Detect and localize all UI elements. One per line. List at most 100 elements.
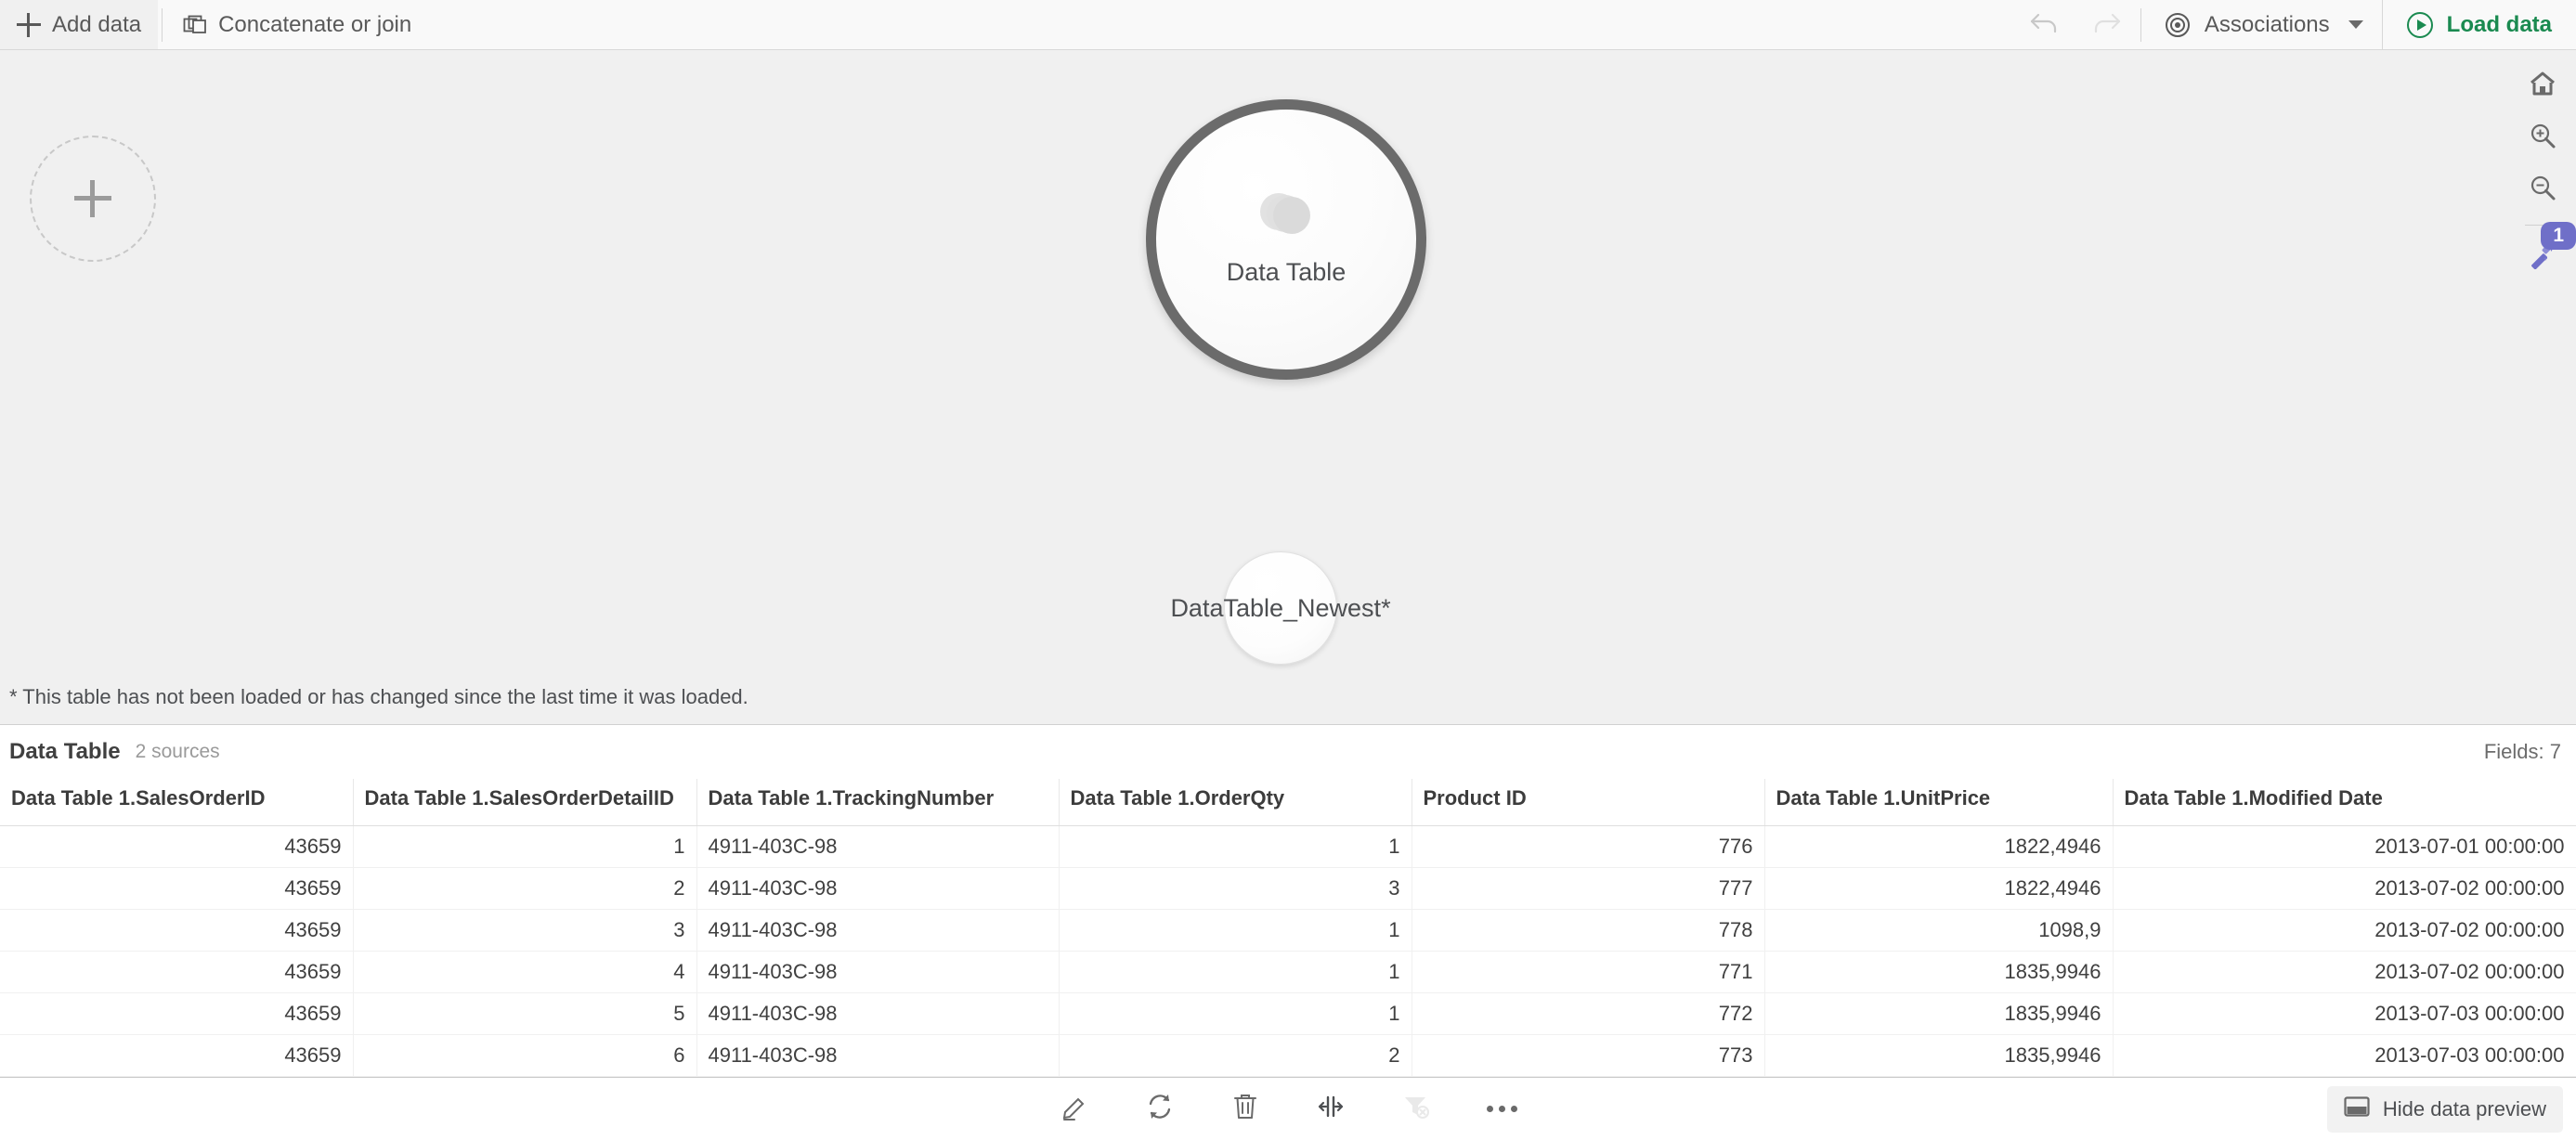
- auto-recommend-button[interactable]: 1: [2518, 222, 2576, 281]
- cell-modified-date: 2013-07-01 00:00:00: [2113, 825, 2576, 868]
- cell-order-qty: 1: [1059, 825, 1412, 868]
- cell-sales-order-id: 43659: [0, 1034, 354, 1077]
- panel-icon: [2344, 1095, 2370, 1123]
- column-header-modified-date[interactable]: Data Table 1.Modified Date: [2113, 779, 2576, 826]
- load-data-button[interactable]: Load data: [2381, 0, 2576, 49]
- undo-button[interactable]: [2014, 9, 2075, 40]
- cell-product-id: 771: [1412, 951, 1765, 993]
- concatenate-or-join-button[interactable]: Concatenate or join: [166, 0, 428, 49]
- column-header-order-qty[interactable]: Data Table 1.OrderQty: [1059, 779, 1412, 826]
- cell-modified-date: 2013-07-02 00:00:00: [2113, 951, 2576, 993]
- zoom-in-button[interactable]: [2518, 113, 2567, 162]
- cell-modified-date: 2013-07-03 00:00:00: [2113, 992, 2576, 1035]
- add-data-label: Add data: [52, 11, 142, 37]
- cell-product-id: 778: [1412, 909, 1765, 952]
- cell-sales-order-detail-id: 3: [353, 909, 697, 952]
- redo-icon: [2090, 9, 2122, 40]
- hide-data-preview-button[interactable]: Hide data preview: [2326, 1085, 2563, 1133]
- play-circle-icon: [2405, 10, 2435, 40]
- table-bubble-label: DataTable_Newest*: [1170, 593, 1391, 622]
- tables-canvas[interactable]: Data Table DataTable_Newest* * This tabl…: [0, 50, 2576, 725]
- cell-order-qty: 1: [1059, 909, 1412, 952]
- table-row[interactable]: 43659 3 4911-403C-98 1 778 1098,9 2013-0…: [0, 909, 2576, 952]
- refresh-table-button[interactable]: [1135, 1084, 1185, 1134]
- cell-tracking-number: 4911-403C-98: [696, 1034, 1060, 1077]
- load-data-label: Load data: [2446, 11, 2552, 37]
- preview-sources-count: 2 sources: [135, 741, 220, 762]
- more-options-button[interactable]: [1477, 1084, 1527, 1134]
- cell-sales-order-id: 43659: [0, 867, 354, 910]
- column-header-product-id[interactable]: Product ID: [1412, 779, 1765, 826]
- cell-sales-order-detail-id: 4: [353, 951, 697, 993]
- preview-fields-count: Fields: 7: [2483, 740, 2561, 763]
- plus-icon: [17, 12, 41, 37]
- chevron-down-icon[interactable]: [2348, 20, 2363, 29]
- trash-icon: [1230, 1092, 1260, 1126]
- column-header-unit-price[interactable]: Data Table 1.UnitPrice: [1764, 779, 2114, 826]
- cell-unit-price: 1822,4946: [1764, 867, 2114, 910]
- cell-sales-order-id: 43659: [0, 951, 354, 993]
- cell-sales-order-detail-id: 6: [353, 1034, 697, 1077]
- table-row[interactable]: 43659 1 4911-403C-98 1 776 1822,4946 201…: [0, 825, 2576, 868]
- cell-modified-date: 2013-07-03 00:00:00: [2113, 1034, 2576, 1077]
- cell-sales-order-id: 43659: [0, 909, 354, 952]
- home-icon: [2529, 70, 2556, 102]
- cell-tracking-number: 4911-403C-98: [696, 992, 1060, 1035]
- table-row[interactable]: 43659 6 4911-403C-98 2 773 1835,9946 201…: [0, 1034, 2576, 1077]
- cell-unit-price: 1822,4946: [1764, 825, 2114, 868]
- table-body: 43659 1 4911-403C-98 1 776 1822,4946 201…: [0, 825, 2576, 1077]
- add-table-placeholder[interactable]: [30, 136, 156, 262]
- concatenate-or-join-label: Concatenate or join: [218, 11, 412, 37]
- add-data-button[interactable]: Add data: [0, 0, 159, 49]
- concatenate-icon: [183, 13, 207, 37]
- column-header-sales-order-id[interactable]: Data Table 1.SalesOrderID: [0, 779, 354, 826]
- zoom-in-icon: [2529, 122, 2556, 154]
- eye-icon: [2164, 11, 2192, 39]
- home-button[interactable]: [2518, 61, 2567, 110]
- cell-sales-order-detail-id: 2: [353, 867, 697, 910]
- cell-unit-price: 1835,9946: [1764, 992, 2114, 1035]
- table-row[interactable]: 43659 2 4911-403C-98 3 777 1822,4946 201…: [0, 867, 2576, 910]
- cell-order-qty: 2: [1059, 1034, 1412, 1077]
- bottom-toolbar-actions: [1049, 1084, 1527, 1134]
- preview-header: Data Table 2 sources Fields: 7: [0, 725, 2576, 779]
- undo-icon: [2029, 9, 2061, 40]
- canvas-footnote: * This table has not been loaded or has …: [9, 685, 748, 708]
- preview-grid[interactable]: Data Table 1.SalesOrderID Data Table 1.S…: [0, 779, 2576, 1077]
- associations-button[interactable]: Associations: [2145, 0, 2382, 49]
- redo-button[interactable]: [2075, 9, 2137, 40]
- table-row[interactable]: 43659 5 4911-403C-98 1 772 1835,9946 201…: [0, 992, 2576, 1035]
- zoom-out-button[interactable]: [2518, 165, 2567, 214]
- table-bubble-data-table[interactable]: Data Table: [1146, 99, 1426, 380]
- cell-unit-price: 1835,9946: [1764, 951, 2114, 993]
- associations-label: Associations: [2204, 11, 2330, 37]
- split-columns-icon: [1316, 1092, 1346, 1126]
- table-bubble-label: Data Table: [1226, 257, 1347, 286]
- column-header-tracking-number[interactable]: Data Table 1.TrackingNumber: [696, 779, 1060, 826]
- table-row[interactable]: 43659 4 4911-403C-98 1 771 1835,9946 201…: [0, 951, 2576, 993]
- cell-order-qty: 1: [1059, 992, 1412, 1035]
- cell-order-qty: 3: [1059, 867, 1412, 910]
- recommendation-badge: 1: [2541, 222, 2576, 251]
- cell-product-id: 772: [1412, 992, 1765, 1035]
- data-preview-panel: Data Table 2 sources Fields: 7 Data Tabl…: [0, 725, 2576, 1077]
- delete-table-button[interactable]: [1220, 1084, 1270, 1134]
- resize-columns-button[interactable]: [1306, 1084, 1356, 1134]
- toolbar-right-group: Associations Load data: [2014, 0, 2576, 49]
- more-options-icon: [1486, 1106, 1517, 1112]
- toolbar-divider-right: [2140, 7, 2141, 42]
- canvas-nav-toolbar: 1: [2509, 50, 2576, 281]
- clear-filter-button[interactable]: [1391, 1084, 1441, 1134]
- cell-product-id: 776: [1412, 825, 1765, 868]
- plus-icon: [74, 180, 111, 217]
- toolbar-left-group: Add data Concatenate or join: [0, 0, 428, 49]
- table-bubble-datatable-newest[interactable]: DataTable_Newest*: [1170, 551, 1391, 665]
- table-header-row: Data Table 1.SalesOrderID Data Table 1.S…: [0, 779, 2576, 826]
- top-toolbar: Add data Concatenate or join Association…: [0, 0, 2576, 50]
- refresh-icon: [1145, 1092, 1175, 1126]
- column-header-sales-order-detail-id[interactable]: Data Table 1.SalesOrderDetailID: [353, 779, 697, 826]
- edit-table-button[interactable]: [1049, 1084, 1099, 1134]
- cell-sales-order-detail-id: 1: [353, 825, 697, 868]
- cell-tracking-number: 4911-403C-98: [696, 909, 1060, 952]
- cell-tracking-number: 4911-403C-98: [696, 825, 1060, 868]
